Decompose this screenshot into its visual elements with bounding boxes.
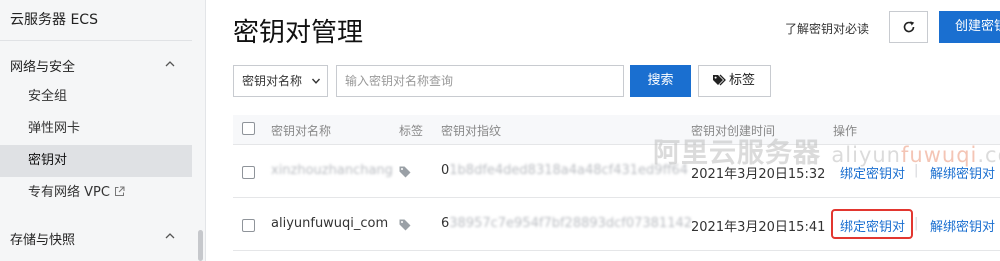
sidebar-item-keypair[interactable]: 密钥对 bbox=[0, 145, 192, 177]
external-link-icon bbox=[114, 186, 125, 196]
refresh-icon bbox=[903, 21, 914, 33]
column-header-name: 密钥对名称 bbox=[271, 124, 332, 138]
sidebar-group-storage[interactable]: 存储与快照 bbox=[10, 229, 75, 248]
watermark: 阿里云服务器 aliyunfuwuqi.com bbox=[653, 131, 1000, 170]
keypair-created-time: 2021年3月20日15:41 bbox=[691, 220, 826, 235]
sidebar-item-security-group[interactable]: 安全组 bbox=[0, 81, 192, 113]
keypair-fingerprint: 01b8dfe4ded8318a4a48cf431ed9ff64 bbox=[441, 163, 688, 178]
chevron-up-icon[interactable] bbox=[165, 59, 175, 69]
create-keypair-button[interactable]: 创建密钥对 bbox=[939, 11, 1000, 43]
watermark-url: aliyunfuwuqi.com bbox=[831, 143, 1000, 167]
chevron-up-icon[interactable] bbox=[165, 231, 175, 241]
sidebar: 云服务器 ECS 网络与安全 安全组 弹性网卡 密钥对 专有网络 VPC 存储与… bbox=[0, 0, 206, 261]
tag-icon[interactable] bbox=[399, 219, 411, 231]
tag-filter-label: 标签 bbox=[729, 73, 756, 88]
fingerprint-rest: 38957c7e954f7bf28893dcf07381142 bbox=[449, 216, 693, 231]
help-link[interactable]: 了解密钥对必读 bbox=[785, 20, 869, 37]
row-checkbox[interactable] bbox=[242, 219, 255, 232]
sidebar-group-network-security[interactable]: 网络与安全 bbox=[10, 56, 75, 75]
bind-keypair-link[interactable]: 绑定密钥对 bbox=[840, 216, 905, 235]
page-title: 密钥对管理 bbox=[233, 18, 364, 48]
watermark-brand: 阿里云服务器 bbox=[653, 138, 821, 169]
sidebar-scrollbar[interactable] bbox=[198, 230, 203, 261]
search-field-select-value: 密钥对名称 bbox=[242, 74, 303, 88]
keypair-name: xinzhouzhanchang bbox=[271, 163, 393, 178]
sidebar-divider bbox=[0, 40, 192, 41]
unbind-keypair-link[interactable]: 解绑密钥对 bbox=[930, 216, 995, 235]
tags-icon bbox=[713, 74, 726, 86]
search-button[interactable]: 搜索 bbox=[630, 65, 691, 97]
watermark-url-accent: fuwuqi bbox=[901, 143, 978, 167]
row-checkbox[interactable] bbox=[242, 166, 255, 179]
column-header-fingerprint: 密钥对指纹 bbox=[441, 124, 502, 138]
search-input[interactable] bbox=[336, 65, 624, 97]
action-divider: | bbox=[914, 216, 919, 231]
search-field-select[interactable]: 密钥对名称 bbox=[233, 65, 328, 97]
column-header-tags: 标签 bbox=[399, 124, 424, 138]
watermark-url-tail: .com bbox=[977, 143, 1000, 167]
table-row: aliyunfuwuqi_com 638957c7e954f7bf28893dc… bbox=[233, 199, 1000, 251]
tag-icon[interactable] bbox=[399, 166, 411, 178]
main-content: 密钥对管理 了解密钥对必读 创建密钥对 密钥对名称 搜索 标签 密钥对名称 标签… bbox=[206, 0, 1000, 261]
chevron-down-icon bbox=[311, 78, 321, 84]
keypair-name: aliyunfuwuqi_com bbox=[271, 216, 389, 231]
keypair-fingerprint: 638957c7e954f7bf28893dcf07381142 bbox=[441, 216, 692, 231]
sidebar-title[interactable]: 云服务器 ECS bbox=[10, 9, 98, 29]
tag-filter-button[interactable]: 标签 bbox=[698, 65, 771, 97]
sidebar-item-vpc-label: 专有网络 VPC bbox=[28, 185, 110, 200]
sidebar-item-vpc[interactable]: 专有网络 VPC bbox=[0, 177, 192, 209]
watermark-url-plain: aliyun bbox=[831, 143, 901, 167]
sidebar-item-eni[interactable]: 弹性网卡 bbox=[0, 113, 192, 145]
select-all-checkbox[interactable] bbox=[242, 122, 255, 135]
refresh-button[interactable] bbox=[889, 11, 928, 43]
